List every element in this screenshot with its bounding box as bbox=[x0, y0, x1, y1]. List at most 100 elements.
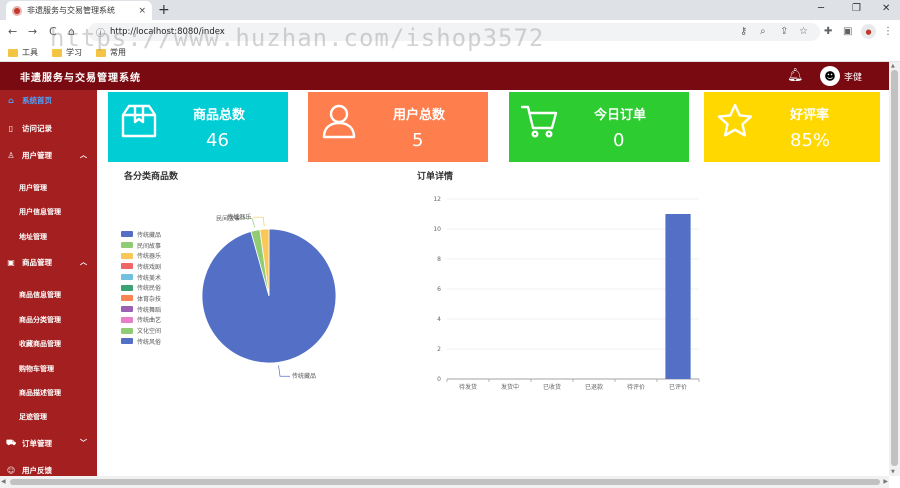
stat-card-users[interactable]: 用户总数 5 bbox=[308, 92, 488, 162]
home-icon[interactable]: ⌂ bbox=[68, 25, 75, 39]
legend-label: 传统藏品 bbox=[137, 231, 162, 239]
back-icon[interactable]: ← bbox=[8, 25, 17, 39]
y-tick-label: 12 bbox=[433, 196, 441, 203]
y-tick-label: 10 bbox=[433, 226, 441, 233]
sidebar-item-goods-mgmt[interactable]: ▣ 商品管理 ︿ bbox=[0, 252, 97, 272]
sidebar-subitem[interactable]: 购物车管理 bbox=[19, 364, 54, 374]
address-bar[interactable]: ⓘ http://localhost:8080/index bbox=[88, 23, 820, 41]
legend-label: 传统美术 bbox=[137, 274, 162, 282]
legend-item[interactable]: 传统美术 bbox=[121, 272, 161, 283]
scroll-up-icon[interactable]: ▲ bbox=[891, 63, 895, 69]
legend-swatch bbox=[121, 295, 133, 302]
bookmark-label: 常用 bbox=[110, 48, 126, 57]
legend-item[interactable]: 传统器乐 bbox=[121, 250, 161, 261]
restore-icon[interactable]: ❐ bbox=[852, 3, 861, 14]
sidepanel-icon[interactable]: ▣ bbox=[843, 25, 852, 39]
card-label: 好评率 bbox=[790, 108, 830, 123]
stat-card-goods[interactable]: 商品总数 46 bbox=[108, 92, 288, 162]
avatar[interactable]: ☻ bbox=[820, 66, 840, 86]
legend-label: 传统风俗 bbox=[137, 338, 162, 346]
x-tick-label: 发货中 bbox=[501, 383, 519, 391]
tab-close-icon[interactable]: × bbox=[138, 6, 146, 16]
browser-tab[interactable]: 非遗服务与交易管理系统 × bbox=[6, 1, 152, 20]
cart-icon bbox=[521, 105, 558, 138]
sidebar-item-user-mgmt[interactable]: ♙ 用户管理 ︿ bbox=[0, 145, 97, 165]
sidebar-item-order-mgmt[interactable]: ⛟ 订单管理 ﹀ bbox=[0, 433, 97, 453]
legend-item[interactable]: 传统民俗 bbox=[121, 282, 161, 293]
card-value: 85% bbox=[790, 130, 831, 151]
legend-item[interactable]: 传统曲艺 bbox=[121, 315, 161, 326]
legend-item[interactable]: 传统戏剧 bbox=[121, 261, 161, 272]
legend-swatch bbox=[121, 338, 133, 345]
home-icon: ⌂ bbox=[8, 95, 14, 105]
sidebar: ⌂ 系统首页 ▯ 访问记录 ♙ 用户管理 ︿ 用户管理 用户信息管理 地址管理 … bbox=[0, 90, 97, 488]
scroll-thumb[interactable] bbox=[10, 479, 880, 485]
key-icon[interactable]: ⚷ bbox=[740, 25, 747, 39]
stat-card-orders[interactable]: 今日订单 0 bbox=[509, 92, 689, 162]
legend-label: 传统舞蹈 bbox=[137, 306, 162, 314]
sidebar-item-home[interactable]: ⌂ 系统首页 bbox=[0, 90, 97, 110]
bell-icon[interactable]: 🔔︎ bbox=[787, 68, 804, 83]
close-window-icon[interactable]: ✕ bbox=[882, 3, 890, 14]
sidebar-item-label: 用户反馈 bbox=[22, 465, 52, 475]
url-text: http://localhost:8080/index bbox=[110, 27, 225, 37]
legend-item[interactable]: 民间故事 bbox=[121, 240, 161, 251]
horizontal-scrollbar[interactable]: ◀ ▶ bbox=[0, 476, 889, 488]
user-name[interactable]: 李健 bbox=[844, 70, 862, 83]
sidebar-item-label: 访问记录 bbox=[22, 123, 52, 133]
menu-icon[interactable]: ⋮ bbox=[883, 25, 893, 39]
bar-chart: 0 2 4 6 8 10 12 待发货 发货中 已收货 已退款 待评价 已评价 bbox=[433, 196, 700, 391]
legend-swatch bbox=[121, 263, 133, 270]
legend-item[interactable]: 传统舞蹈 bbox=[121, 304, 161, 315]
zoom-icon[interactable]: ⌕ bbox=[760, 25, 766, 39]
bookmark-folder[interactable]: 常用 bbox=[96, 47, 126, 58]
sidebar-subitem[interactable]: 商品信息管理 bbox=[19, 290, 61, 300]
star-icon bbox=[717, 103, 753, 137]
bookmark-label: 工具 bbox=[22, 48, 38, 57]
scroll-down-icon[interactable]: ▼ bbox=[891, 469, 895, 475]
extensions-icon[interactable]: ✚ bbox=[824, 25, 832, 39]
sidebar-subitem[interactable]: 商品分类管理 bbox=[19, 315, 61, 325]
bookmark-star-icon[interactable]: ☆ bbox=[799, 25, 808, 39]
x-tick-label: 已评价 bbox=[669, 383, 687, 391]
app-title: 非遗服务与交易管理系统 bbox=[20, 73, 141, 84]
bookmark-folder[interactable]: 工具 bbox=[8, 47, 38, 58]
reload-icon[interactable]: C bbox=[49, 25, 57, 39]
pie-chart-title: 各分类商品数 bbox=[124, 172, 179, 182]
legend-item[interactable]: 体育杂技 bbox=[121, 293, 161, 304]
box-icon bbox=[121, 104, 157, 138]
sidebar-subitem[interactable]: 商品描述管理 bbox=[19, 388, 61, 398]
share-icon[interactable]: ⇪ bbox=[780, 25, 788, 39]
info-icon[interactable]: ⓘ bbox=[96, 26, 105, 39]
y-tick-label: 8 bbox=[437, 256, 441, 263]
sidebar-item-visit-log[interactable]: ▯ 访问记录 bbox=[0, 118, 97, 138]
y-tick-label: 4 bbox=[437, 316, 441, 323]
legend-label: 体育杂技 bbox=[137, 295, 162, 303]
legend-item[interactable]: 传统藏品 bbox=[121, 229, 161, 240]
sidebar-subitem[interactable]: 用户信息管理 bbox=[19, 207, 61, 217]
profile-icon[interactable]: ● bbox=[861, 24, 876, 39]
forward-icon[interactable]: → bbox=[28, 25, 37, 39]
scroll-thumb[interactable] bbox=[891, 70, 898, 466]
y-tick-label: 0 bbox=[437, 376, 441, 383]
user-icon bbox=[322, 104, 356, 139]
legend-item[interactable]: 文化空间 bbox=[121, 325, 161, 336]
stat-card-rating[interactable]: 好评率 85% bbox=[704, 92, 880, 162]
bookmark-folder[interactable]: 学习 bbox=[52, 47, 82, 58]
sidebar-item-label: 用户管理 bbox=[22, 150, 52, 160]
bar[interactable] bbox=[665, 214, 691, 379]
scroll-right-icon[interactable]: ▶ bbox=[883, 478, 888, 485]
sidebar-subitem[interactable]: 用户管理 bbox=[19, 183, 47, 193]
new-tab-button[interactable]: + bbox=[158, 2, 170, 18]
pie-label-line bbox=[253, 216, 265, 227]
minimize-icon[interactable]: ─ bbox=[818, 3, 824, 14]
scroll-left-icon[interactable]: ◀ bbox=[1, 478, 6, 485]
sidebar-subitem[interactable]: 收藏商品管理 bbox=[19, 339, 61, 349]
x-tick-label: 已收货 bbox=[543, 383, 561, 391]
vertical-scrollbar[interactable]: ▲ ▼ bbox=[889, 62, 900, 476]
legend-swatch bbox=[121, 316, 133, 323]
sidebar-subitem[interactable]: 地址管理 bbox=[19, 232, 47, 242]
legend-item[interactable]: 传统风俗 bbox=[121, 336, 161, 347]
sidebar-subitem[interactable]: 足迹管理 bbox=[19, 412, 47, 422]
y-tick-label: 6 bbox=[437, 286, 441, 293]
